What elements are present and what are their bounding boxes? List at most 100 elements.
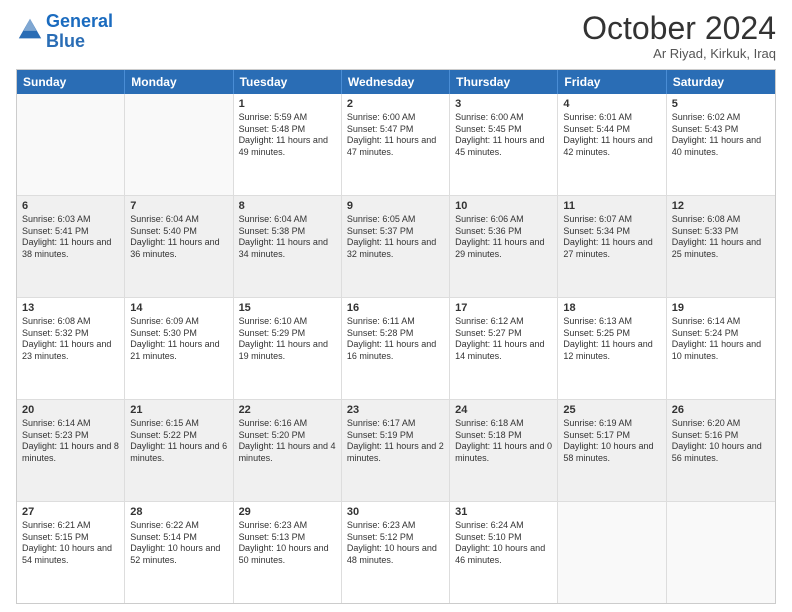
calendar-day-14: 14Sunrise: 6:09 AMSunset: 5:30 PMDayligh… xyxy=(125,298,233,399)
daylight-text: Daylight: 10 hours and 54 minutes. xyxy=(22,543,119,566)
day-number: 16 xyxy=(347,302,444,314)
calendar-day-1: 1Sunrise: 5:59 AMSunset: 5:48 PMDaylight… xyxy=(234,94,342,195)
calendar: SundayMondayTuesdayWednesdayThursdayFrid… xyxy=(16,69,776,604)
sunrise-text: Sunrise: 6:11 AM xyxy=(347,316,444,328)
sunset-text: Sunset: 5:12 PM xyxy=(347,532,444,544)
sunrise-text: Sunrise: 6:09 AM xyxy=(130,316,227,328)
sunset-text: Sunset: 5:47 PM xyxy=(347,124,444,136)
sunset-text: Sunset: 5:32 PM xyxy=(22,328,119,340)
day-number: 20 xyxy=(22,404,119,416)
day-number: 15 xyxy=(239,302,336,314)
logo-icon xyxy=(16,16,44,44)
sunrise-text: Sunrise: 6:23 AM xyxy=(239,520,336,532)
calendar-week-5: 27Sunrise: 6:21 AMSunset: 5:15 PMDayligh… xyxy=(17,501,775,603)
day-number: 4 xyxy=(563,98,660,110)
header: General Blue October 2024 Ar Riyad, Kirk… xyxy=(16,12,776,61)
daylight-text: Daylight: 11 hours and 47 minutes. xyxy=(347,135,444,158)
sunset-text: Sunset: 5:18 PM xyxy=(455,430,552,442)
sunrise-text: Sunrise: 6:13 AM xyxy=(563,316,660,328)
calendar-body: 1Sunrise: 5:59 AMSunset: 5:48 PMDaylight… xyxy=(17,94,775,603)
daylight-text: Daylight: 10 hours and 52 minutes. xyxy=(130,543,227,566)
sunset-text: Sunset: 5:44 PM xyxy=(563,124,660,136)
calendar-week-4: 20Sunrise: 6:14 AMSunset: 5:23 PMDayligh… xyxy=(17,399,775,501)
sunrise-text: Sunrise: 6:19 AM xyxy=(563,418,660,430)
calendar-day-25: 25 Sunrise: 6:19 AMSunset: 5:17 PMDayligh… xyxy=(558,400,666,501)
daylight-text: Daylight: 11 hours and 34 minutes. xyxy=(239,237,336,260)
daylight-text: Daylight: 11 hours and 42 minutes. xyxy=(563,135,660,158)
daylight-text: Daylight: 11 hours and 0 minutes. xyxy=(455,441,552,464)
calendar-day-2: 2Sunrise: 6:00 AMSunset: 5:47 PMDaylight… xyxy=(342,94,450,195)
day-number: 8 xyxy=(239,200,336,212)
calendar-day-4: 4 Sunrise: 6:01 AMSunset: 5:44 PMDaylight… xyxy=(558,94,666,195)
page: General Blue October 2024 Ar Riyad, Kirk… xyxy=(0,0,792,612)
sunrise-text: Sunrise: 6:01 AM xyxy=(563,112,660,124)
day-number: 30 xyxy=(347,506,444,518)
calendar-day-3: 3Sunrise: 6:00 AMSunset: 5:45 PMDaylight… xyxy=(450,94,558,195)
sunset-text: Sunset: 5:24 PM xyxy=(672,328,770,340)
sunset-text: Sunset: 5:14 PM xyxy=(130,532,227,544)
calendar-day-18: 18Sunrise: 6:13 AMSunset: 5:25 PMDayligh… xyxy=(558,298,666,399)
daylight-text: Daylight: 11 hours and 32 minutes. xyxy=(347,237,444,260)
day-number: 19 xyxy=(672,302,770,314)
logo: General Blue xyxy=(16,12,113,52)
calendar-empty xyxy=(125,94,233,195)
day-number: 28 xyxy=(130,506,227,518)
sunrise-text: Sunrise: 6:15 AM xyxy=(130,418,227,430)
calendar-day-17: 17Sunrise: 6:12 AMSunset: 5:27 PMDayligh… xyxy=(450,298,558,399)
location: Ar Riyad, Kirkuk, Iraq xyxy=(582,46,776,61)
day-number: 6 xyxy=(22,200,119,212)
day-number: 12 xyxy=(672,200,770,212)
sunset-text: Sunset: 5:16 PM xyxy=(672,430,770,442)
calendar-day-10: 10Sunrise: 6:06 AMSunset: 5:36 PMDayligh… xyxy=(450,196,558,297)
sunrise-text: Sunrise: 6:20 AM xyxy=(672,418,770,430)
calendar-day-29: 29Sunrise: 6:23 AMSunset: 5:13 PMDayligh… xyxy=(234,502,342,603)
sunrise-text: Sunrise: 6:08 AM xyxy=(22,316,119,328)
daylight-text: Daylight: 10 hours and 58 minutes. xyxy=(563,441,660,464)
sunset-text: Sunset: 5:17 PM xyxy=(563,430,660,442)
daylight-text: Daylight: 11 hours and 2 minutes. xyxy=(347,441,444,464)
calendar-day-22: 22Sunrise: 6:16 AMSunset: 5:20 PMDayligh… xyxy=(234,400,342,501)
title-block: October 2024 Ar Riyad, Kirkuk, Iraq xyxy=(582,12,776,61)
sunset-text: Sunset: 5:37 PM xyxy=(347,226,444,238)
day-number: 26 xyxy=(672,404,770,416)
calendar-week-3: 13Sunrise: 6:08 AMSunset: 5:32 PMDayligh… xyxy=(17,297,775,399)
calendar-empty xyxy=(17,94,125,195)
month-year: October 2024 xyxy=(582,12,776,44)
calendar-day-27: 27Sunrise: 6:21 AMSunset: 5:15 PMDayligh… xyxy=(17,502,125,603)
sunrise-text: Sunrise: 6:14 AM xyxy=(672,316,770,328)
day-number: 25 xyxy=(563,404,660,416)
calendar-day-12: 12Sunrise: 6:08 AMSunset: 5:33 PMDayligh… xyxy=(667,196,775,297)
sunrise-text: Sunrise: 6:16 AM xyxy=(239,418,336,430)
daylight-text: Daylight: 11 hours and 45 minutes. xyxy=(455,135,552,158)
sunrise-text: Sunrise: 6:00 AM xyxy=(347,112,444,124)
day-number: 10 xyxy=(455,200,552,212)
header-day-wednesday: Wednesday xyxy=(342,70,450,94)
daylight-text: Daylight: 11 hours and 23 minutes. xyxy=(22,339,119,362)
calendar-day-8: 8Sunrise: 6:04 AMSunset: 5:38 PMDaylight… xyxy=(234,196,342,297)
day-number: 1 xyxy=(239,98,336,110)
calendar-week-2: 6Sunrise: 6:03 AMSunset: 5:41 PMDaylight… xyxy=(17,195,775,297)
sunset-text: Sunset: 5:45 PM xyxy=(455,124,552,136)
daylight-text: Daylight: 11 hours and 14 minutes. xyxy=(455,339,552,362)
daylight-text: Daylight: 10 hours and 50 minutes. xyxy=(239,543,336,566)
calendar-day-21: 21Sunrise: 6:15 AMSunset: 5:22 PMDayligh… xyxy=(125,400,233,501)
daylight-text: Daylight: 11 hours and 27 minutes. xyxy=(563,237,660,260)
sunrise-text: Sunrise: 6:14 AM xyxy=(22,418,119,430)
daylight-text: Daylight: 11 hours and 19 minutes. xyxy=(239,339,336,362)
sunset-text: Sunset: 5:40 PM xyxy=(130,226,227,238)
logo-blue: Blue xyxy=(46,31,85,51)
day-number: 23 xyxy=(347,404,444,416)
sunset-text: Sunset: 5:38 PM xyxy=(239,226,336,238)
daylight-text: Daylight: 11 hours and 21 minutes. xyxy=(130,339,227,362)
sunset-text: Sunset: 5:22 PM xyxy=(130,430,227,442)
calendar-week-1: 1Sunrise: 5:59 AMSunset: 5:48 PMDaylight… xyxy=(17,94,775,195)
daylight-text: Daylight: 10 hours and 48 minutes. xyxy=(347,543,444,566)
sunset-text: Sunset: 5:19 PM xyxy=(347,430,444,442)
day-number: 22 xyxy=(239,404,336,416)
sunset-text: Sunset: 5:33 PM xyxy=(672,226,770,238)
sunrise-text: Sunrise: 6:07 AM xyxy=(563,214,660,226)
daylight-text: Daylight: 11 hours and 40 minutes. xyxy=(672,135,770,158)
daylight-text: Daylight: 10 hours and 46 minutes. xyxy=(455,543,552,566)
calendar-day-26: 26Sunrise: 6:20 AMSunset: 5:16 PMDayligh… xyxy=(667,400,775,501)
day-number: 9 xyxy=(347,200,444,212)
